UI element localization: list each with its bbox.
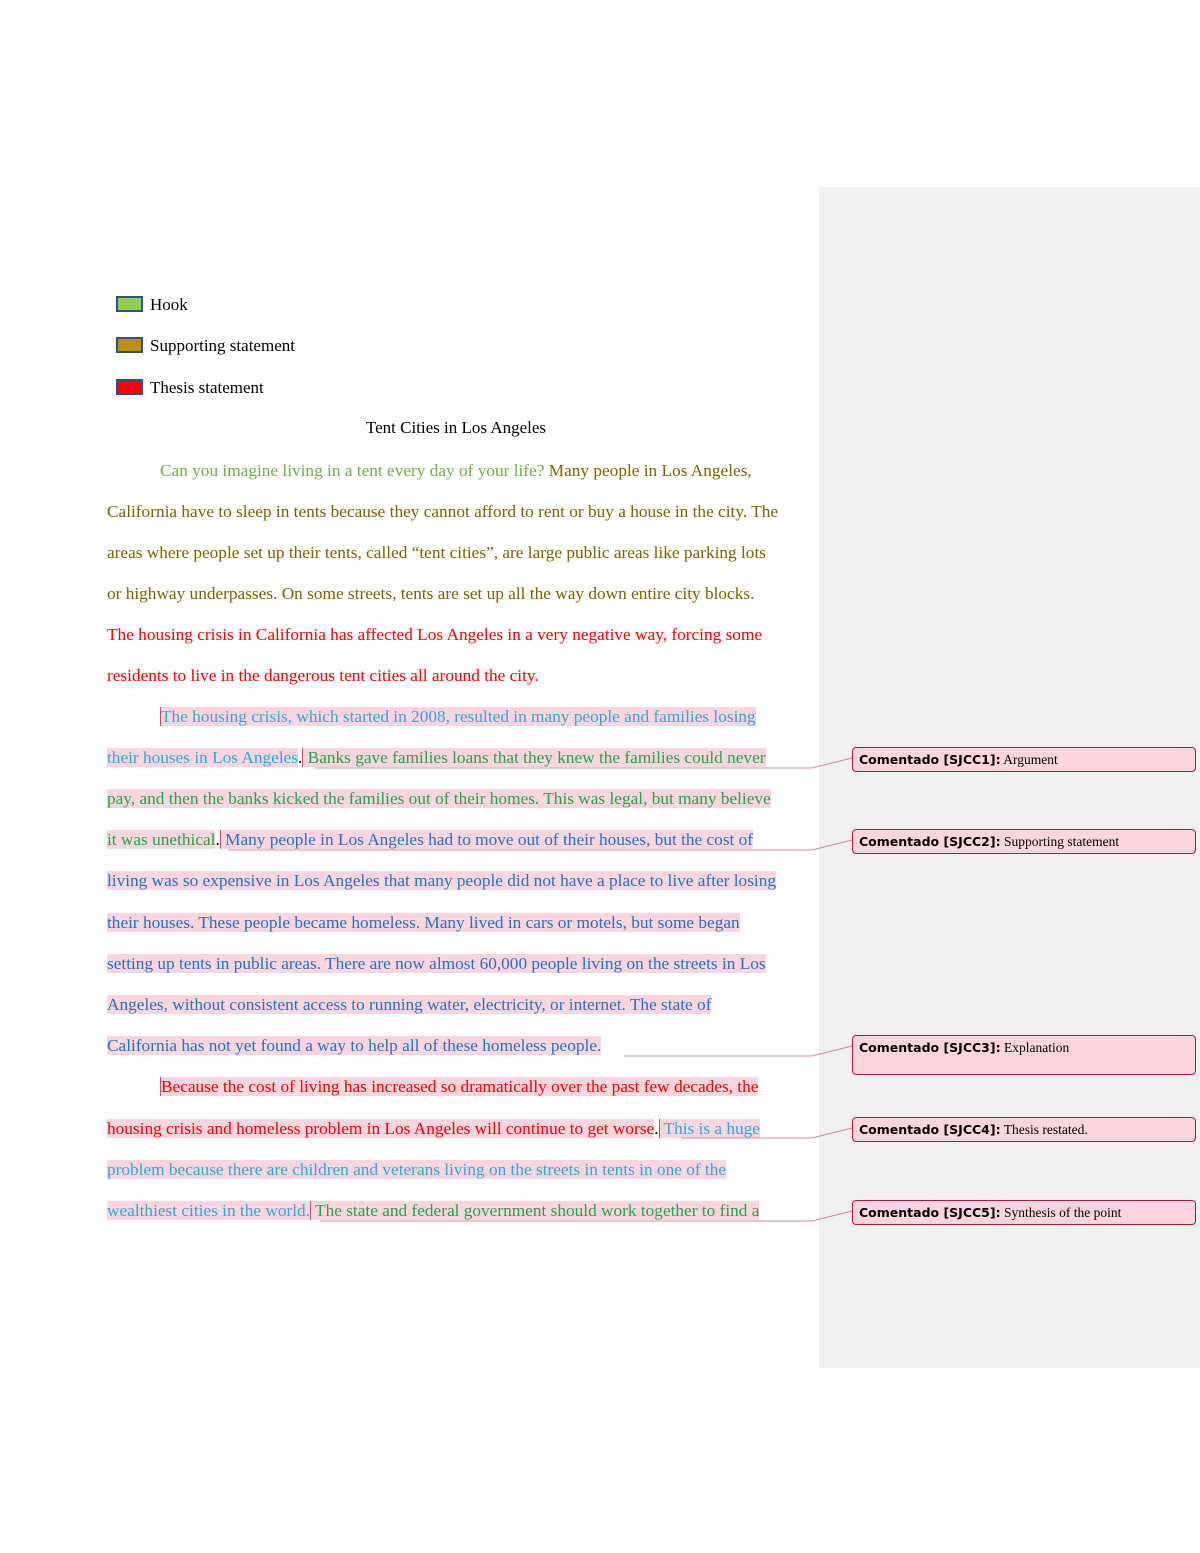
- text-line[interactable]: California have to sleep in tents becaus…: [107, 501, 778, 523]
- text-line[interactable]: pay, and then the banks kicked the famil…: [107, 788, 771, 810]
- commented-text[interactable]: The state and federal government should …: [310, 1201, 760, 1220]
- commented-text-sjcc2[interactable]: Banks gave families loans that they knew…: [302, 748, 766, 767]
- comment-author: Comentado [SJCC3]:: [859, 1040, 1001, 1055]
- thesis-text-line[interactable]: residents to live in the dangerous tent …: [107, 665, 539, 687]
- comment-text: Thesis restated.: [1000, 1122, 1088, 1137]
- text-line[interactable]: Because the cost of living has increased…: [160, 1076, 759, 1098]
- text-line[interactable]: problem because there are children and v…: [107, 1159, 727, 1181]
- commented-text-sjcc3[interactable]: Angeles, without consistent access to ru…: [107, 995, 712, 1014]
- text-line[interactable]: it was unethical. Many people in Los Ang…: [107, 829, 754, 851]
- commented-text-sjcc3[interactable]: setting up tents in public areas. There …: [107, 954, 766, 973]
- text-line[interactable]: areas where people set up their tents, c…: [107, 542, 766, 564]
- comment-text: Supporting statement: [1000, 834, 1120, 849]
- comment-author: Comentado [SJCC5]:: [859, 1205, 1001, 1220]
- legend-item-thesis: Thesis statement: [116, 377, 264, 399]
- text-line[interactable]: living was so expensive in Los Angeles t…: [107, 870, 777, 892]
- text-line[interactable]: wealthiest cities in the world. The stat…: [107, 1200, 760, 1222]
- commented-text-sjcc3[interactable]: Many people in Los Angeles had to move o…: [219, 830, 754, 849]
- comment-sjcc4[interactable]: Comentado [SJCC4]: Thesis restated.: [852, 1117, 1196, 1142]
- comment-sjcc2[interactable]: Comentado [SJCC2]: Supporting statement: [852, 829, 1196, 854]
- legend-label: Supporting statement: [150, 336, 295, 355]
- comment-sjcc1[interactable]: Comentado [SJCC1]: Argument: [852, 747, 1196, 772]
- text-line[interactable]: Angeles, without consistent access to ru…: [107, 994, 712, 1016]
- text-line[interactable]: housing crisis and homeless problem in L…: [107, 1118, 760, 1140]
- comment-text: Argument: [1000, 752, 1058, 767]
- supporting-text[interactable]: Many people in Los Angeles,: [544, 461, 752, 480]
- commented-text-sjcc1[interactable]: The housing crisis, which started in 200…: [160, 707, 756, 726]
- commented-text-sjcc2[interactable]: pay, and then the banks kicked the famil…: [107, 789, 771, 808]
- text-line[interactable]: or highway underpasses. On some streets,…: [107, 583, 754, 605]
- text-line[interactable]: Can you imagine living in a tent every d…: [160, 460, 752, 482]
- connector-sjcc3: [624, 1045, 853, 1057]
- supporting-color-swatch: [116, 337, 143, 353]
- comment-author: Comentado [SJCC4]:: [859, 1122, 1001, 1137]
- text-line[interactable]: their houses in Los Angeles. Banks gave …: [107, 747, 766, 769]
- comment-text: Synthesis of the point: [1000, 1205, 1122, 1220]
- thesis-color-swatch: [116, 379, 143, 395]
- comment-sjcc5[interactable]: Comentado [SJCC5]: Synthesis of the poin…: [852, 1200, 1196, 1225]
- comment-author: Comentado [SJCC1]:: [859, 752, 1001, 767]
- commented-text-sjcc3[interactable]: their houses. These people became homele…: [107, 913, 740, 932]
- commented-text-sjcc3[interactable]: California has not yet found a way to he…: [107, 1036, 602, 1055]
- text-line[interactable]: The housing crisis, which started in 200…: [160, 706, 756, 728]
- commented-text-sjcc4[interactable]: housing crisis and homeless problem in L…: [107, 1119, 655, 1138]
- legend-item-hook: Hook: [116, 294, 188, 316]
- commented-text-sjcc5[interactable]: problem because there are children and v…: [107, 1160, 727, 1179]
- thesis-text-line[interactable]: The housing crisis in California has aff…: [107, 624, 762, 646]
- commented-text-sjcc3[interactable]: living was so expensive in Los Angeles t…: [107, 871, 777, 890]
- commented-text-sjcc5[interactable]: wealthiest cities in the world.: [107, 1201, 311, 1220]
- commented-text-sjcc4[interactable]: Because the cost of living has increased…: [160, 1077, 759, 1096]
- hook-color-swatch: [116, 296, 143, 312]
- commented-text-sjcc5[interactable]: This is a huge: [658, 1119, 760, 1138]
- comment-sjcc3[interactable]: Comentado [SJCC3]: Explanation: [852, 1035, 1196, 1075]
- legend-label: Thesis statement: [150, 378, 264, 397]
- comment-author: Comentado [SJCC2]:: [859, 834, 1001, 849]
- text-line[interactable]: their houses. These people became homele…: [107, 912, 740, 934]
- text-line[interactable]: California has not yet found a way to he…: [107, 1035, 602, 1057]
- commented-text-sjcc2[interactable]: it was unethical: [107, 830, 216, 849]
- legend-label: Hook: [150, 295, 188, 314]
- document-title: Tent Cities in Los Angeles: [365, 418, 547, 437]
- period: .: [654, 1119, 659, 1138]
- text-line[interactable]: setting up tents in public areas. There …: [107, 953, 766, 975]
- hook-text[interactable]: Can you imagine living in a tent every d…: [160, 461, 544, 480]
- commented-text-sjcc1[interactable]: their houses in Los Angeles: [107, 748, 299, 767]
- comment-text: Explanation: [1000, 1040, 1070, 1055]
- legend-item-supporting: Supporting statement: [116, 335, 295, 357]
- comments-pane: [819, 187, 1200, 1368]
